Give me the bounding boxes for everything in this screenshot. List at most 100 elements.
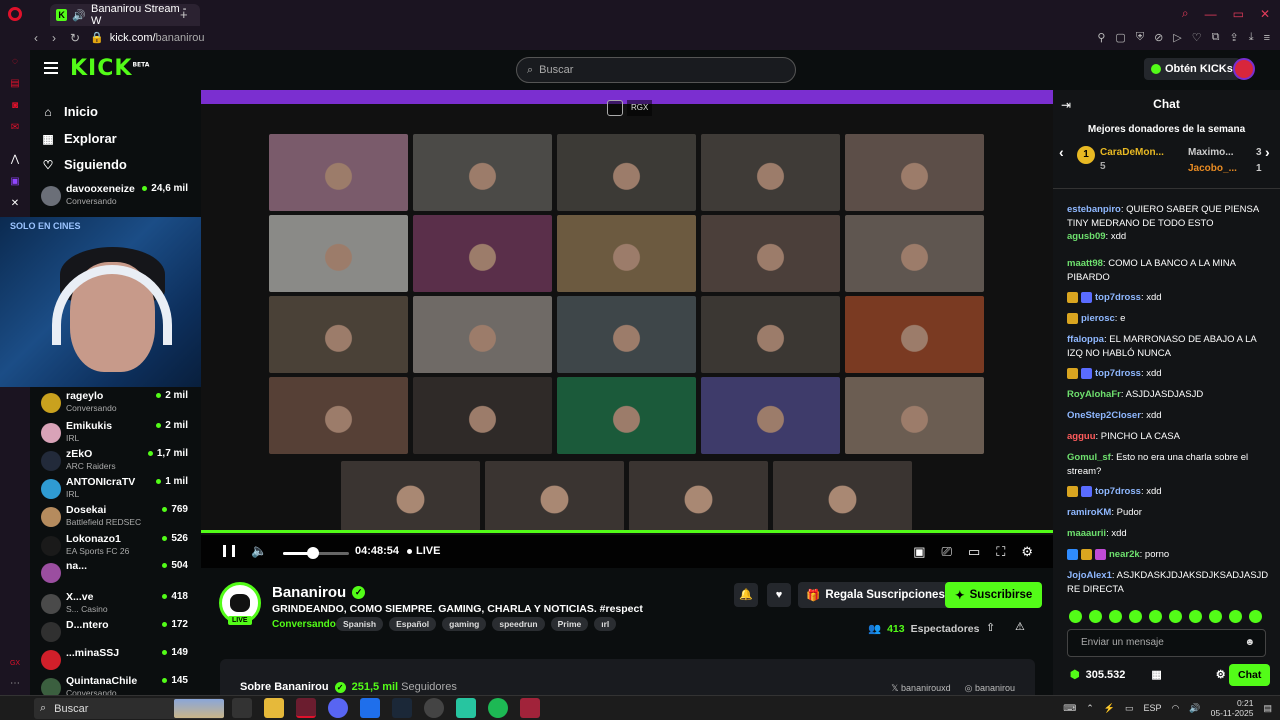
chat-username[interactable]: agguu	[1067, 431, 1096, 442]
chat-username[interactable]: ramiroKM	[1067, 507, 1111, 518]
pin-icon[interactable]: ⚲	[1097, 31, 1105, 44]
emoji-icon[interactable]: ☻	[1244, 630, 1255, 656]
keyboard-icon[interactable]: ⌨	[1063, 703, 1076, 714]
chat-username[interactable]: OneStep2Closer	[1067, 410, 1141, 421]
wifi-icon[interactable]: ◠	[1172, 703, 1180, 714]
sidebar-channel[interactable]: D...ntero 172	[38, 619, 198, 647]
new-tab-icon[interactable]: +	[180, 7, 188, 22]
obs-icon[interactable]	[424, 698, 444, 718]
x-social-link[interactable]: 𝕏 bananirouxd	[891, 683, 950, 694]
emote-icon[interactable]	[1109, 610, 1122, 623]
sidebar-channel[interactable]: zEkO ARC Raiders 1,7 mil	[38, 448, 198, 476]
chat-username[interactable]: agusb09	[1067, 231, 1106, 242]
clip-icon[interactable]: ⎚	[942, 544, 952, 560]
spotify-icon[interactable]	[488, 698, 508, 718]
volume-knob[interactable]	[306, 547, 319, 559]
more-icon[interactable]: ⋯	[9, 678, 21, 690]
system-clock[interactable]: 0:21 05-11-2025	[1211, 698, 1254, 718]
bag-icon[interactable]: ▤	[9, 78, 21, 90]
bluetooth-icon[interactable]: ⚡	[1104, 703, 1115, 714]
mail-icon[interactable]: ✉	[9, 122, 21, 134]
nav-explore[interactable]: ▦ Explorar	[42, 131, 116, 146]
adblock-icon[interactable]: ⊘	[1154, 31, 1163, 44]
search-input[interactable]: ⌕ Buscar	[516, 57, 796, 83]
chat-app-icon[interactable]	[456, 698, 476, 718]
extensions-icon[interactable]: ⧉	[1212, 31, 1220, 44]
donors-prev-icon[interactable]: ‹	[1059, 144, 1064, 160]
hamburger-menu-icon[interactable]	[44, 62, 58, 74]
chat-username[interactable]: ffaloppa	[1067, 334, 1104, 345]
get-kicks-button[interactable]: Obtén KICKs	[1144, 58, 1240, 80]
stream-category[interactable]: Conversando	[272, 619, 336, 630]
video-player[interactable]: RGX 🔈 04:48:54 LIVE ▣ ⎚ ▭ ⛶ ⚙	[201, 90, 1053, 568]
chat-username[interactable]: estebanpiro	[1067, 204, 1121, 215]
stream-tag[interactable]: Spanish	[336, 617, 384, 631]
notifications-icon[interactable]: ▤	[1263, 703, 1272, 714]
back-icon[interactable]: ‹	[34, 31, 38, 45]
sidebar-channel[interactable]: Lokonazo1 EA Sports FC 26 526	[38, 533, 198, 561]
menu-icon[interactable]: ≡	[1264, 32, 1270, 44]
report-warning-icon[interactable]: ⚠	[1015, 620, 1025, 633]
nav-following[interactable]: ♡ Siguiendo	[42, 157, 127, 172]
chat-username[interactable]: near2k	[1109, 549, 1140, 560]
chest-icon[interactable]: ▦	[1151, 668, 1161, 681]
donor-3-name[interactable]: Jacobo_...	[1188, 163, 1237, 174]
tray-chevron-icon[interactable]: ⌃	[1086, 703, 1094, 714]
emote-icon[interactable]	[1069, 610, 1082, 623]
sidebar-channel[interactable]: Dosekai Battlefield REDSEC 769	[38, 504, 198, 532]
channel-name[interactable]: Bananirou ✓	[272, 584, 366, 601]
sidebar-channel[interactable]: rageylo Conversando 2 mil	[38, 390, 198, 418]
heart-icon[interactable]: ♡	[1192, 31, 1202, 44]
settings-gear-icon[interactable]: ⚙	[1021, 544, 1033, 560]
stream-tag[interactable]: Español	[389, 617, 437, 631]
steam-icon[interactable]	[392, 698, 412, 718]
close-icon[interactable]: ✕	[1260, 7, 1270, 21]
donor-1-name[interactable]: CaraDeMon...	[1100, 147, 1164, 158]
stream-tag[interactable]: ırl	[594, 617, 617, 631]
emote-icon[interactable]	[1209, 610, 1222, 623]
sidebar-channel[interactable]: X...ve S... Casino 418	[38, 591, 198, 619]
chat-username[interactable]: RoyAlohaFr	[1067, 389, 1121, 400]
chat-username[interactable]: top7dross	[1095, 486, 1141, 497]
kick-logo[interactable]: KICKBETA	[70, 56, 149, 81]
share-icon[interactable]: ⇪	[1229, 31, 1238, 44]
notifications-bell-button[interactable]: 🔔	[734, 583, 758, 607]
minimize-icon[interactable]: —	[1205, 7, 1217, 21]
chat-username[interactable]: JojoAlex1	[1067, 570, 1112, 581]
play-icon[interactable]: ▷	[1173, 31, 1181, 44]
speaker-icon[interactable]: 🔊	[1189, 703, 1200, 714]
snapshot-icon[interactable]: ▢	[1115, 31, 1125, 44]
maximize-icon[interactable]: ▭	[1233, 7, 1244, 21]
gx-icon[interactable]: GX	[9, 658, 21, 670]
live-progress-bar[interactable]	[201, 530, 1053, 533]
download-icon[interactable]: ⤓	[1249, 31, 1254, 44]
sidebar-channel[interactable]: Emikukis IRL 2 mil	[38, 420, 198, 448]
sidebar-channel[interactable]: na... 504	[38, 560, 198, 588]
emote-icon[interactable]	[1129, 610, 1142, 623]
fullscreen-icon[interactable]: ⛶	[996, 544, 1005, 560]
chat-username[interactable]: pierosc	[1081, 313, 1115, 324]
emote-icon[interactable]	[1169, 610, 1182, 623]
stream-tag[interactable]: Prime	[550, 617, 589, 631]
pip-icon[interactable]: ▣	[913, 544, 925, 560]
donor-2-name[interactable]: Maximo...	[1188, 147, 1234, 158]
shield-icon[interactable]: ⛨	[1136, 31, 1144, 44]
battery-icon[interactable]: ▭	[1125, 703, 1134, 714]
live-indicator[interactable]: LIVE	[407, 545, 440, 557]
sidebar-channel[interactable]: ANTONIcraTV IRL 1 mil	[38, 476, 198, 504]
stream-tag[interactable]: gaming	[442, 617, 487, 631]
opera-icon[interactable]	[8, 7, 22, 21]
chat-username[interactable]: top7dross	[1095, 368, 1141, 379]
browser-tab[interactable]: K 🔊 Bananirou Stream - W	[50, 3, 200, 27]
emote-icon[interactable]	[1149, 610, 1162, 623]
popout-icon[interactable]	[607, 100, 623, 116]
search-tabs-icon[interactable]: ⌕	[1182, 6, 1189, 21]
reload-icon[interactable]: ↻	[70, 31, 80, 45]
chat-username[interactable]: maaaurii	[1067, 528, 1106, 539]
donors-next-icon[interactable]: ›	[1265, 144, 1270, 160]
user-avatar[interactable]	[1233, 58, 1255, 80]
theater-mode-icon[interactable]: ▭	[968, 544, 980, 560]
sidebar-channel[interactable]: ...minaSSJ 149	[38, 647, 198, 675]
instagram-social-link[interactable]: ◎ bananirou	[965, 683, 1015, 694]
volume-icon[interactable]: 🔈	[251, 543, 267, 559]
